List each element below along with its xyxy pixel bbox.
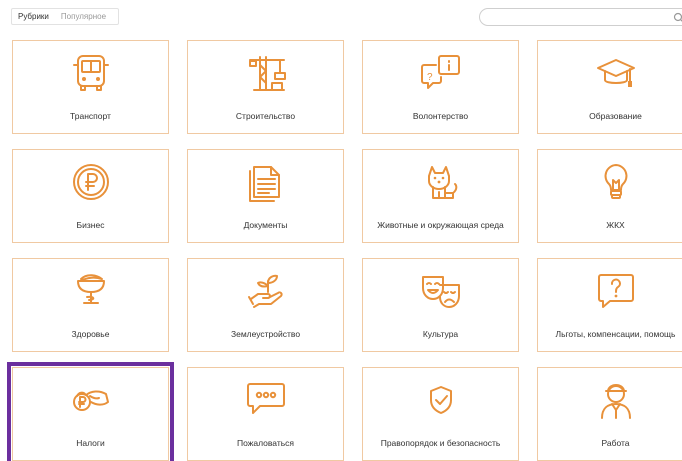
category-label: Правопорядок и безопасность [380,437,501,448]
category-label: Пожаловаться [236,437,295,448]
category-card-housing-utilities[interactable]: ЖКХ [537,149,682,243]
category-card-animals-environment[interactable]: Животные и окружающая среда [362,149,519,243]
bus-icon [67,53,115,93]
document-icon [242,162,290,202]
category-tabs: Рубрики Популярное [11,8,120,25]
ruble-coin-icon [67,162,115,202]
category-card-taxes[interactable]: Налоги [7,362,174,461]
graduation-cap-icon [592,53,640,93]
category-label: Культура [422,328,459,339]
category-card-documents[interactable]: Документы [187,149,344,243]
category-label: Налоги [76,437,105,448]
category-card-education[interactable]: Образование [537,40,682,134]
tab-rubrics[interactable]: Рубрики [18,9,55,24]
category-label: Документы [243,219,288,230]
category-card-benefits[interactable]: Льготы, компенсации, помощь [537,258,682,352]
question-bubble-icon [592,271,640,311]
category-label: Землеустройство [230,328,301,339]
tab-popular[interactable]: Популярное [55,9,112,24]
crane-icon [242,53,290,93]
search-box [479,8,682,29]
category-card-transport[interactable]: Транспорт [12,40,169,134]
category-label: Транспорт [70,110,111,121]
category-label: Животные и окружающая среда [377,219,504,230]
hygieia-bowl-icon [67,271,115,311]
svg-text:?: ? [427,72,433,83]
category-label: Льготы, компенсации, помощь [555,328,676,339]
category-card-land-management[interactable]: Землеустройство [187,258,344,352]
category-label: Здоровье [71,328,110,339]
category-card-health[interactable]: Здоровье [12,258,169,352]
shield-check-icon [417,380,465,420]
category-card-law-order[interactable]: Правопорядок и безопасность [362,367,519,461]
hand-coins-icon [67,380,115,420]
worker-icon [592,380,640,420]
theater-masks-icon [417,271,465,311]
search-input[interactable] [490,11,674,28]
lightbulb-icon [592,162,640,202]
category-label: Образование [589,110,642,121]
category-grid: Транспорт Строительство ? Волонтерство О… [7,40,682,461]
category-label: Волонтерство [412,110,469,121]
category-label: ЖКХ [606,219,625,230]
category-card-culture[interactable]: Культура [362,258,519,352]
category-card-complain[interactable]: Пожаловаться [187,367,344,461]
message-dots-icon [242,380,290,420]
category-card-construction[interactable]: Строительство [187,40,344,134]
category-label: Бизнес [76,219,105,230]
category-card-volunteering[interactable]: ? Волонтерство [362,40,519,134]
plant-hand-icon [242,271,290,311]
category-card-business[interactable]: Бизнес [12,149,169,243]
category-label: Строительство [235,110,296,121]
search-icon[interactable] [673,11,682,29]
dog-icon [417,162,465,202]
category-card-work[interactable]: Работа [537,367,682,461]
chat-bubbles-icon: ? [417,53,465,93]
category-label: Работа [601,437,630,448]
